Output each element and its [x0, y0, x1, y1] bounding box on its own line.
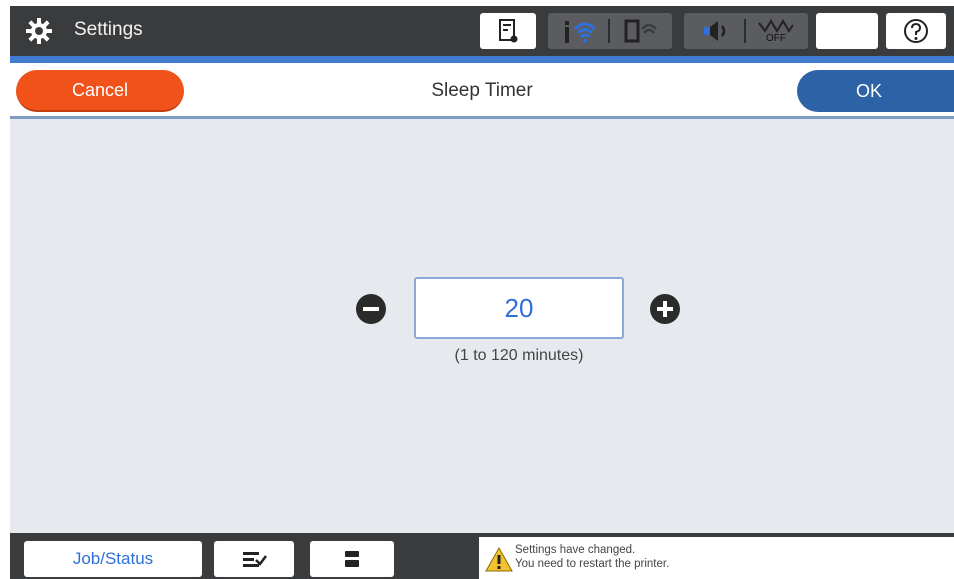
header-row: Cancel Sleep Timer OK: [10, 63, 954, 119]
notice-line-1: Settings have changed.: [515, 544, 636, 556]
bottom-bar: Job/Status Settings have changed. You ne…: [10, 533, 954, 579]
printer-panel: Settings OFF Cancel Sleep Timer OK 20 (1…: [10, 6, 954, 579]
restart-notice[interactable]: Settings have changed. You need to resta…: [479, 537, 954, 579]
notice-text: Settings have changed. You need to resta…: [515, 543, 669, 571]
help-icon: [904, 19, 928, 43]
divider: [744, 19, 746, 43]
minus-icon[interactable]: [356, 294, 386, 324]
job-list-button[interactable]: [214, 541, 294, 577]
sound-status[interactable]: [690, 13, 744, 49]
wifi-icon: [565, 21, 597, 43]
help-button[interactable]: [886, 13, 946, 49]
ink-icon: [499, 19, 518, 43]
sleep-button[interactable]: [816, 13, 878, 49]
ethernet-off-label: OFF: [766, 32, 786, 44]
ethernet-status[interactable]: OFF: [748, 13, 804, 49]
sleep-moon-icon: [840, 21, 850, 41]
ethernet-off-icon: [758, 18, 794, 33]
page-title: Settings: [74, 19, 143, 40]
network-status-group[interactable]: [548, 13, 672, 49]
accent-stripe: [10, 56, 954, 63]
device-status-group[interactable]: OFF: [684, 13, 808, 49]
wifi-status[interactable]: [554, 13, 608, 49]
wifi-direct-status[interactable]: [612, 13, 668, 49]
gear-icon: [26, 18, 52, 44]
job-status-button[interactable]: Job/Status: [24, 541, 202, 577]
job-list-icon: [243, 552, 267, 567]
sound-icon: [704, 21, 726, 41]
warning-icon: [485, 547, 513, 572]
sleep-timer-input[interactable]: 20: [414, 277, 624, 339]
range-hint: (1 to 120 minutes): [454, 347, 584, 364]
stop-icon: [345, 551, 359, 567]
notice-line-2: You need to restart the printer.: [515, 558, 670, 570]
divider: [608, 19, 610, 43]
wifi-direct-icon: [624, 19, 657, 43]
plus-icon[interactable]: [650, 294, 680, 324]
ink-status-button[interactable]: [480, 13, 536, 49]
ok-button[interactable]: OK: [797, 70, 954, 112]
stop-button[interactable]: [310, 541, 394, 577]
status-bar: Settings OFF: [10, 6, 954, 56]
